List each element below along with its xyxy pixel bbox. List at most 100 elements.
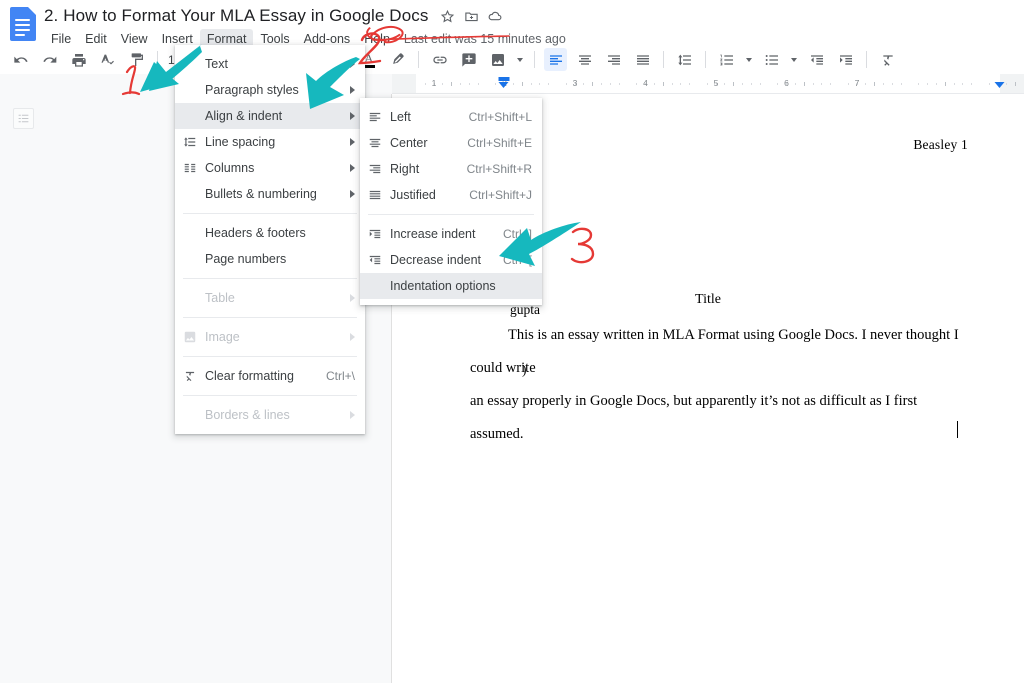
menu-item-label: Center (390, 136, 428, 150)
format-menu-item-line-spacing[interactable]: Line spacing (175, 129, 365, 155)
ruler-tick (609, 83, 611, 85)
chevron-down-icon[interactable] (791, 57, 798, 62)
align-submenu-item-right[interactable]: Right Ctrl+Shift+R (360, 156, 542, 182)
ruler-tick (460, 83, 462, 85)
ruler-tick (971, 83, 973, 85)
chevron-down-icon[interactable] (517, 57, 524, 62)
numbered-list-icon[interactable] (715, 48, 738, 71)
redo-icon[interactable] (38, 48, 61, 71)
align-submenu-item-center[interactable]: Center Ctrl+Shift+E (360, 130, 542, 156)
menu-item-label: Indentation options (390, 279, 496, 293)
submenu-arrow-icon (350, 164, 355, 172)
ruler-number: 5 (713, 78, 719, 88)
submenu-arrow-icon (350, 112, 355, 120)
submenu-arrow-icon (350, 294, 355, 302)
document-outline-icon[interactable] (13, 108, 34, 129)
ruler-tick (918, 83, 920, 85)
insert-image-icon[interactable] (486, 48, 509, 71)
submenu-arrow-icon (350, 190, 355, 198)
ruler-tick (900, 83, 902, 85)
undo-icon[interactable] (9, 48, 32, 71)
menu-item-label: Line spacing (205, 135, 276, 149)
menu-separator (183, 278, 357, 279)
menu-edit[interactable]: Edit (78, 29, 114, 49)
ruler-tick (495, 83, 497, 85)
ruler-tick (601, 83, 603, 85)
ruler-tick (592, 82, 594, 86)
align-and-indent-submenu[interactable]: Left Ctrl+Shift+L Center Ctrl+Shift+E Right C… (360, 98, 542, 305)
toolbar-divider (705, 51, 707, 68)
ruler-tick (442, 83, 444, 85)
toolbar-divider (534, 51, 536, 68)
decrease-indent-icon[interactable] (805, 48, 828, 71)
format-menu-item-align-indent[interactable]: Align & indent (175, 103, 365, 129)
ruler-tick (962, 83, 964, 85)
ruler-tick (742, 83, 744, 85)
menu-item-shortcut: Ctrl+Shift+L (468, 110, 532, 124)
chevron-down-icon[interactable] (746, 57, 753, 62)
align-submenu-item-justified[interactable]: Justified Ctrl+Shift+J (360, 182, 542, 208)
image-icon (183, 330, 205, 344)
align-justify-icon[interactable] (631, 48, 654, 71)
menu-item-label: Image (205, 330, 240, 344)
submenu-arrow-icon (350, 411, 355, 419)
format-menu-item-paragraph-styles[interactable]: Paragraph styles (175, 77, 365, 103)
align-submenu-item-left[interactable]: Left Ctrl+Shift+L (360, 104, 542, 130)
ruler-tick (944, 82, 946, 86)
align-right-icon[interactable] (602, 48, 625, 71)
bulleted-list-icon[interactable] (760, 48, 783, 71)
print-icon[interactable] (67, 48, 90, 71)
menu-file[interactable]: File (44, 29, 78, 49)
format-menu[interactable]: Text Paragraph styles Align & indent Line s… (175, 45, 365, 434)
toolbar-divider (866, 51, 868, 68)
align-submenu-item-decrease-indent[interactable]: Decrease indent Ctrl+[ (360, 247, 542, 273)
line-spacing-icon[interactable] (673, 48, 696, 71)
title-and-menu-column: 2. How to Format Your MLA Essay in Googl… (44, 4, 566, 49)
menu-item-shortcut: Ctrl+Shift+J (469, 188, 532, 202)
paint-format-icon[interactable] (125, 48, 148, 71)
ruler-tick (636, 83, 638, 85)
move-to-folder-icon[interactable] (460, 5, 482, 27)
ruler[interactable]: 1234567 (392, 74, 1024, 94)
align-left-icon[interactable] (544, 48, 568, 71)
submenu-arrow-icon (350, 138, 355, 146)
ruler-tick (891, 83, 893, 85)
align-submenu-item-increase-indent[interactable]: Increase indent Ctrl+] (360, 221, 542, 247)
menu-view[interactable]: View (114, 29, 155, 49)
format-menu-item-bullets-numbering[interactable]: Bullets & numbering (175, 181, 365, 207)
format-menu-item-headers-footers[interactable]: Headers & footers (175, 220, 365, 246)
insert-link-icon[interactable] (428, 48, 451, 71)
right-indent-marker[interactable] (994, 77, 1006, 88)
last-edit-status[interactable]: Last edit was 15 minutes ago (397, 32, 566, 46)
titlebar: 2. How to Format Your MLA Essay in Googl… (0, 0, 1024, 49)
cloud-saved-icon[interactable] (484, 5, 506, 27)
align-center-icon[interactable] (573, 48, 596, 71)
star-icon[interactable] (436, 5, 458, 27)
toolbar: 100% 12 B I U A (0, 45, 1024, 74)
ruler-tick (821, 83, 823, 85)
ruler-number: 6 (784, 78, 789, 88)
format-menu-item-columns[interactable]: Columns (175, 155, 365, 181)
format-menu-item-clear-formatting[interactable]: Clear formatting Ctrl+\ (175, 363, 365, 389)
add-comment-icon[interactable] (457, 48, 480, 71)
left-indent-marker[interactable] (498, 77, 510, 88)
columns-icon (183, 161, 205, 175)
menu-item-label: Left (390, 110, 411, 124)
format-menu-item-image: Image (175, 324, 365, 350)
clear-formatting-icon[interactable] (876, 48, 899, 71)
ruler-tick (1006, 83, 1008, 85)
document-paragraph[interactable]: This is an essay written in MLA Format u… (470, 319, 969, 451)
spellcheck-icon[interactable] (96, 48, 119, 71)
page-title[interactable]: 2. How to Format Your MLA Essay in Googl… (44, 6, 436, 26)
ruler-tick (935, 83, 937, 85)
menu-item-label: Paragraph styles (205, 83, 299, 97)
format-menu-item-text[interactable]: Text (175, 51, 365, 77)
increase-indent-icon[interactable] (834, 48, 857, 71)
clear-formatting-icon (183, 369, 205, 383)
align-submenu-item-indentation-options[interactable]: Indentation options (360, 273, 542, 299)
ruler-tick (794, 83, 796, 85)
menu-item-shortcut: Ctrl+[ (502, 253, 532, 267)
ruler-tick (1015, 82, 1017, 86)
highlight-pen-icon[interactable] (386, 48, 409, 71)
format-menu-item-page-numbers[interactable]: Page numbers (175, 246, 365, 272)
